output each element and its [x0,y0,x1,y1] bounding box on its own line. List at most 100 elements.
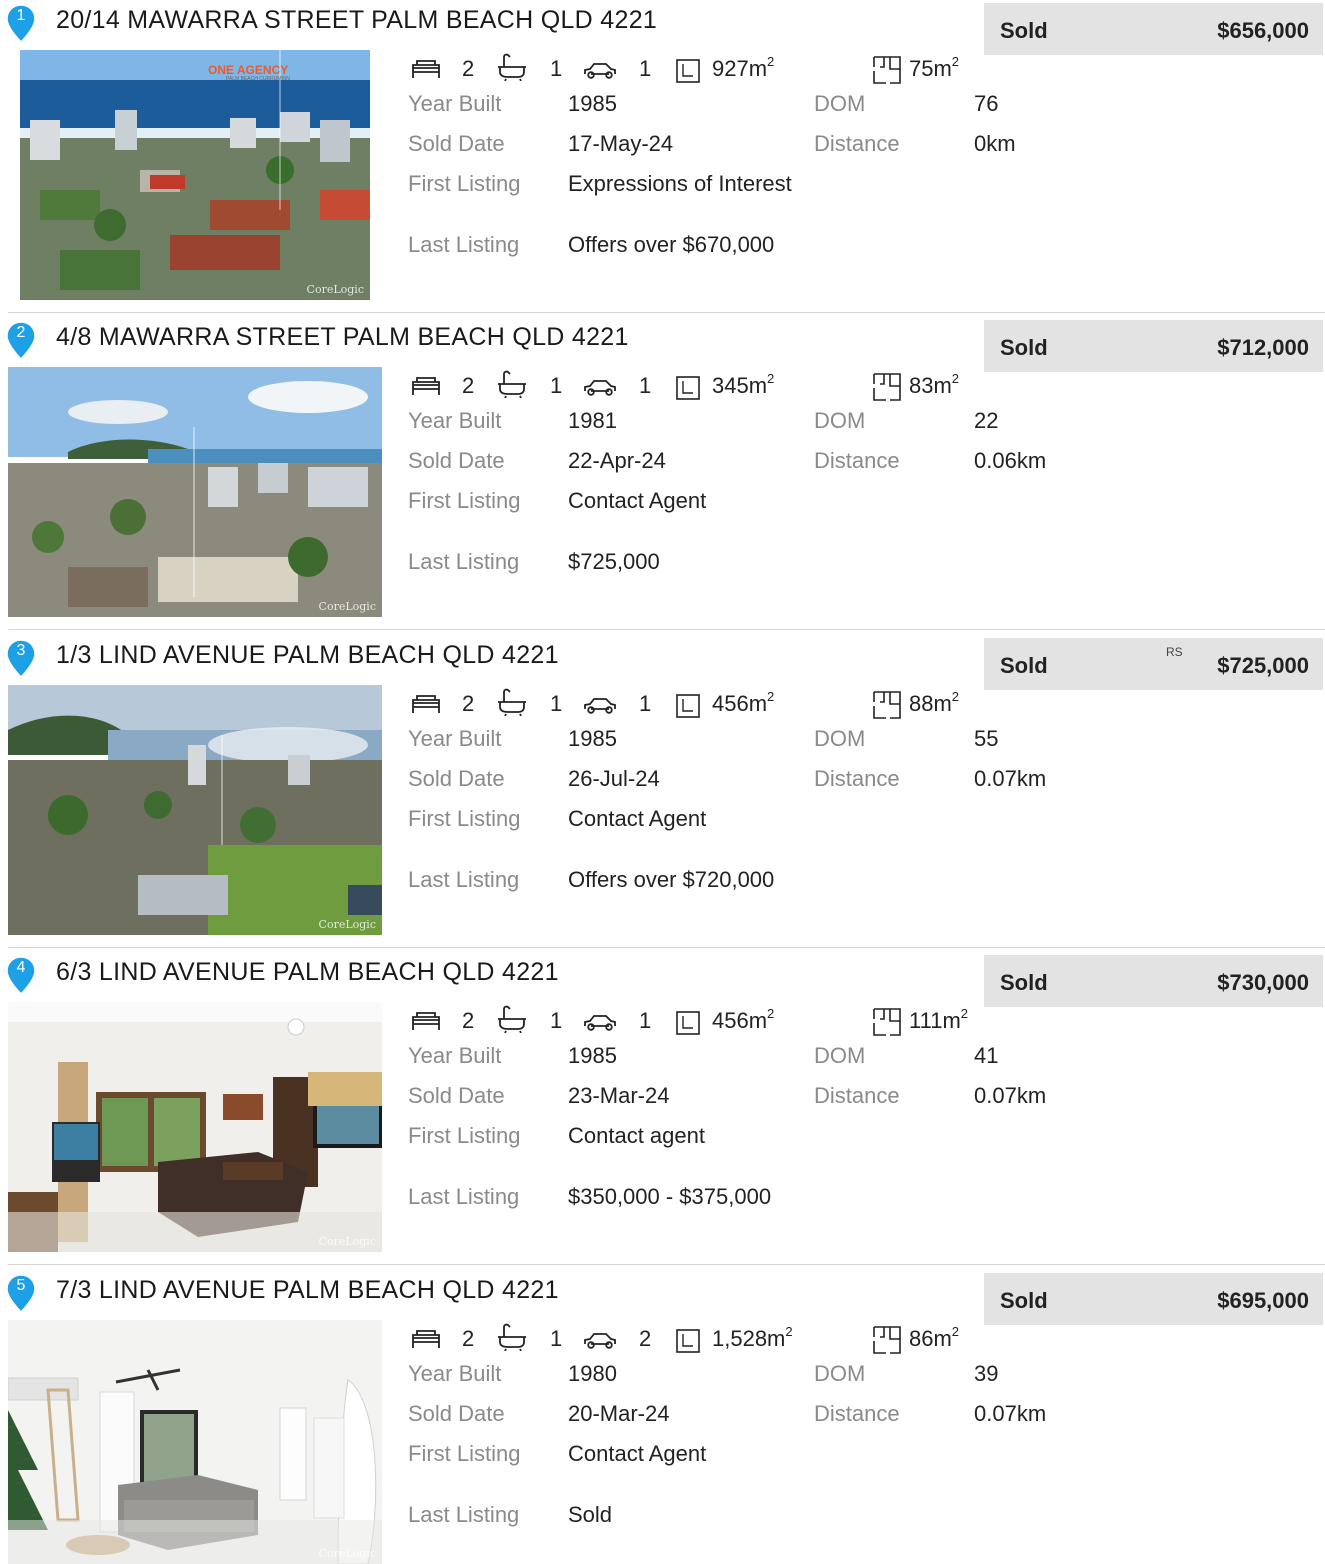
photo-watermark: CoreLogic [318,1235,376,1248]
first-listing-label: First Listing [408,171,521,196]
distance-label: Distance [814,131,900,156]
distance-label: Distance [814,448,900,473]
bath-icon [496,1323,528,1357]
property-features: 2 1 2 1,528m2 86m2 [410,1322,990,1356]
bath-count: 1 [550,1008,563,1033]
listing-address[interactable]: 6/3 LIND AVENUE PALM BEACH QLD 4221 [56,958,559,987]
map-pin-icon: 3 [6,639,38,679]
listing-card[interactable]: 5 7/3 LIND AVENUE PALM BEACH QLD 4221 Co… [0,1270,1325,1564]
map-pin-icon: 4 [6,956,38,996]
agency-logo: ONE AGENCY [208,63,289,77]
floor-area-icon [872,372,902,408]
bath-count: 1 [550,56,563,81]
sold-date-label: Sold Date [408,131,505,156]
property-photo[interactable]: ONE AGENCY PALM BEACH CURRUMBIN CoreLogi… [20,50,370,300]
dom-value: 41 [974,1043,999,1068]
property-photo[interactable]: CoreLogic [8,1002,382,1252]
listing-address[interactable]: 4/8 MAWARRA STREET PALM BEACH QLD 4221 [56,323,629,352]
dom-label: DOM [814,726,866,751]
floor-area: 75m2 [909,54,960,81]
photo-watermark: CoreLogic [318,1547,376,1560]
agency-logo-sub: PALM BEACH CURRUMBIN [226,76,290,82]
property-photo[interactable]: CoreLogic [8,367,382,617]
bath-icon [496,53,528,87]
bath-icon [496,370,528,404]
property-photo[interactable]: CoreLogic [8,685,382,935]
car-icon [583,695,617,721]
car-count: 1 [639,1008,652,1033]
car-count: 1 [639,373,652,398]
bed-icon [410,374,442,404]
property-features: 2 1 1 456m2 88m2 [410,687,990,721]
sold-date-value: 17-May-24 [568,131,674,156]
first-listing-label: First Listing [408,1123,521,1148]
listing-number: 2 [16,324,26,341]
sold-price-box: Sold $695,000 [984,1273,1323,1325]
sold-price-box: Sold RS $725,000 [984,638,1323,690]
sold-date-label: Sold Date [408,1401,505,1426]
land-area-icon [675,375,701,407]
map-pin-icon: 5 [6,1274,38,1314]
floor-area: 83m2 [909,371,960,398]
first-listing-label: First Listing [408,806,521,831]
property-features: 2 1 1 345m2 83m2 [410,369,990,403]
bed-count: 2 [462,1008,475,1033]
dom-value: 22 [974,408,999,433]
photo-watermark: CoreLogic [318,600,376,613]
property-photo[interactable]: CoreLogic [8,1320,382,1564]
year-built-label: Year Built [408,726,502,751]
sold-date-value: 23-Mar-24 [568,1083,670,1108]
land-area-icon [675,58,701,90]
listing-address[interactable]: 1/3 LIND AVENUE PALM BEACH QLD 4221 [56,641,559,670]
land-area: 927m2 [712,54,775,81]
bath-icon [496,1005,528,1039]
sold-price: $712,000 [1217,335,1309,360]
listing-card[interactable]: 1 20/14 MAWARRA STREET PALM BEACH QLD 42… [0,0,1325,317]
price-note: RS [1166,645,1183,659]
bed-count: 2 [462,373,475,398]
first-listing-value: Expressions of Interest [568,171,792,196]
land-area-icon [675,1328,701,1360]
sold-price: $725,000 [1217,653,1309,678]
listing-number: 3 [16,642,26,659]
year-built-value: 1980 [568,1361,617,1386]
land-area: 456m2 [712,689,775,716]
listing-card[interactable]: 4 6/3 LIND AVENUE PALM BEACH QLD 4221 Co… [0,952,1325,1269]
first-listing-label: First Listing [408,488,521,513]
photo-watermark: CoreLogic [318,918,376,931]
floor-area: 86m2 [909,1324,960,1351]
divider [8,312,1325,313]
listing-card[interactable]: 2 4/8 MAWARRA STREET PALM BEACH QLD 4221… [0,317,1325,634]
listing-address[interactable]: 7/3 LIND AVENUE PALM BEACH QLD 4221 [56,1276,559,1305]
floor-area: 111m2 [909,1006,969,1033]
property-features: 2 1 1 927m2 75m2 [410,52,990,86]
land-area: 345m2 [712,371,775,398]
bed-count: 2 [462,56,475,81]
first-listing-value: Contact agent [568,1123,705,1148]
distance-label: Distance [814,1083,900,1108]
bed-icon [410,692,442,722]
dom-value: 55 [974,726,999,751]
status-label: Sold [1000,18,1048,43]
sold-date-label: Sold Date [408,766,505,791]
listing-address[interactable]: 20/14 MAWARRA STREET PALM BEACH QLD 4221 [56,6,657,35]
first-listing-value: Contact Agent [568,806,707,831]
last-listing-value: $725,000 [568,549,660,574]
year-built-value: 1981 [568,408,617,433]
last-listing-value: Sold [568,1502,613,1527]
sold-price-box: Sold $730,000 [984,955,1323,1007]
listing-card[interactable]: 3 1/3 LIND AVENUE PALM BEACH QLD 4221 Co… [0,635,1325,952]
last-listing-label: Last Listing [408,1502,520,1527]
car-count: 1 [639,691,652,716]
first-listing-value: Contact Agent [568,1441,707,1466]
car-icon [583,1012,617,1038]
listing-number: 4 [16,959,26,976]
bath-count: 1 [550,1326,563,1351]
last-listing-label: Last Listing [408,1184,520,1209]
first-listing-label: First Listing [408,1441,521,1466]
sold-price: $656,000 [1217,18,1309,43]
land-area: 456m2 [712,1006,775,1033]
last-listing-label: Last Listing [408,867,520,892]
dom-label: DOM [814,1361,866,1386]
sold-price-box: Sold $656,000 [984,3,1323,55]
